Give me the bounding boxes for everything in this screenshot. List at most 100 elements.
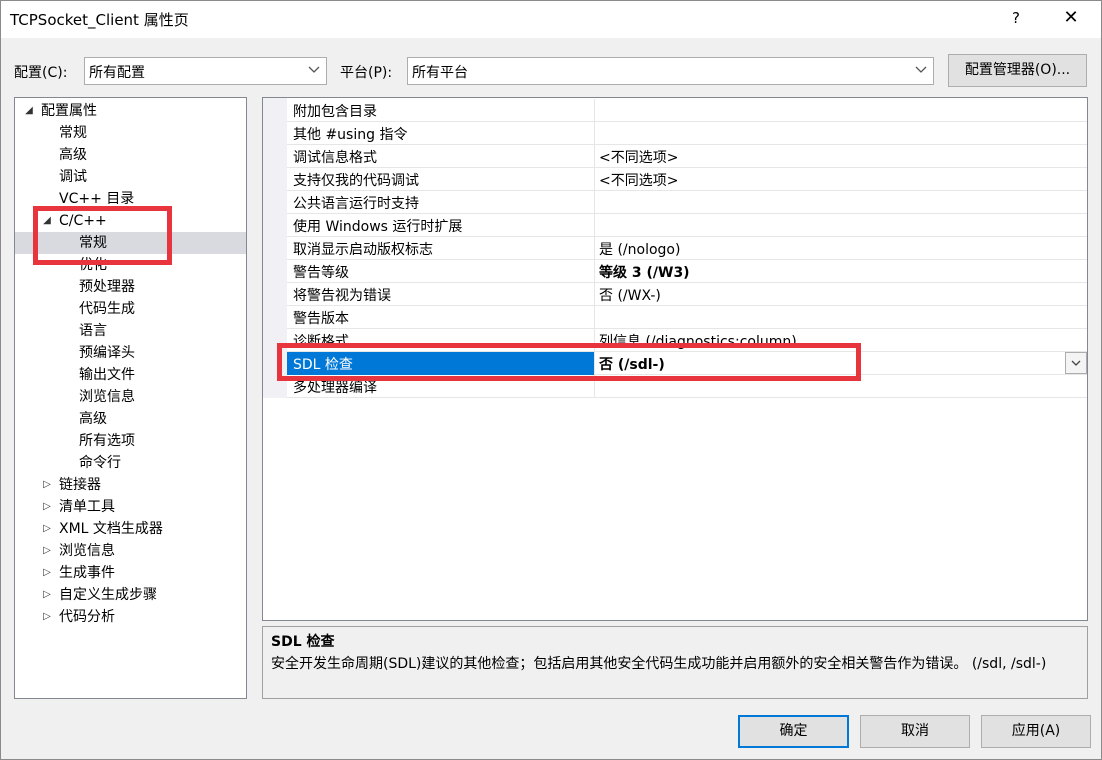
tree-item[interactable]: 命令行 xyxy=(15,452,246,474)
chevron-down-icon xyxy=(308,66,320,73)
value-dropdown-button[interactable] xyxy=(1065,352,1087,374)
property-value[interactable]: 列信息 (/diagnostics:column) xyxy=(599,331,797,351)
tree-item-label: 常规 xyxy=(59,125,87,141)
property-value[interactable]: <不同选项> xyxy=(599,170,678,190)
config-combo[interactable]: 所有配置 xyxy=(84,57,327,85)
expanded-arrow-icon[interactable]: ◢ xyxy=(41,210,53,232)
property-value[interactable]: 是 (/nologo) xyxy=(599,239,680,259)
column-divider xyxy=(594,191,595,214)
tree-item[interactable]: 高级 xyxy=(15,408,246,430)
property-name: 调试信息格式 xyxy=(293,150,377,166)
column-divider xyxy=(594,99,595,122)
property-value[interactable]: <不同选项> xyxy=(599,147,678,167)
tree-item[interactable]: 常规 xyxy=(15,122,246,144)
property-grid[interactable]: 附加包含目录其他 #using 指令 调试信息格式 <不同选项> 支持仅我的代码调试 <… xyxy=(262,97,1088,621)
tree-item[interactable]: ▷ 自定义生成步骤 xyxy=(15,584,246,606)
tree-item-label: 常规 xyxy=(79,235,107,251)
property-name: 其他 #using 指令 xyxy=(293,127,408,143)
tree-item[interactable]: ▷ 代码分析 xyxy=(15,606,246,628)
tree-item-label: 生成事件 xyxy=(59,565,115,581)
tree-item-label: 输出文件 xyxy=(79,367,135,383)
tree-item-label: 预编译头 xyxy=(79,345,135,361)
property-row[interactable]: 诊断格式 列信息 (/diagnostics:column) xyxy=(287,329,1087,352)
tree-item-label: 预处理器 xyxy=(79,279,135,295)
tree-item[interactable]: ▷ 生成事件 xyxy=(15,562,246,584)
collapsed-arrow-icon[interactable]: ▷ xyxy=(41,518,53,540)
description-text: 安全开发生命周期(SDL)建议的其他检查；包括启用其他安全代码生成功能并启用额外… xyxy=(271,656,1047,672)
tree-item[interactable]: 浏览信息 xyxy=(15,386,246,408)
tree-item[interactable]: 预处理器 xyxy=(15,276,246,298)
close-button[interactable]: ✕ xyxy=(1056,3,1086,33)
tree-item-label: C/C++ xyxy=(59,213,107,229)
property-row[interactable]: 支持仅我的代码调试 <不同选项> xyxy=(287,168,1087,191)
window-title: TCPSocket_Client 属性页 xyxy=(10,11,189,29)
property-row[interactable]: 使用 Windows 运行时扩展 xyxy=(287,214,1087,237)
property-row[interactable]: 多处理器编译 xyxy=(287,375,1087,398)
tree-item[interactable]: 高级 xyxy=(15,144,246,166)
property-name: 附加包含目录 xyxy=(293,104,377,120)
property-row[interactable]: SDL 检查 否 (/sdl-) xyxy=(287,352,1087,375)
tree-item[interactable]: 预编译头 xyxy=(15,342,246,364)
tree-item[interactable]: VC++ 目录 xyxy=(15,188,246,210)
column-divider xyxy=(594,283,595,306)
platform-combo[interactable]: 所有平台 xyxy=(407,57,934,85)
tree-item-label: VC++ 目录 xyxy=(59,191,135,207)
description-panel: SDL 检查 安全开发生命周期(SDL)建议的其他检查；包括启用其他安全代码生成… xyxy=(262,626,1088,699)
tree-item[interactable]: ▷ 清单工具 xyxy=(15,496,246,518)
tree-item-label: 所有选项 xyxy=(79,433,135,449)
tree-item-label: 代码分析 xyxy=(59,609,115,625)
collapsed-arrow-icon[interactable]: ▷ xyxy=(41,540,53,562)
ok-button[interactable]: 确定 xyxy=(738,715,849,748)
tree-item[interactable]: 优化 xyxy=(15,254,246,276)
property-row[interactable]: 警告等级 等级 3 (/W3) xyxy=(287,260,1087,283)
chevron-down-icon xyxy=(1071,360,1081,366)
property-row[interactable]: 将警告视为错误 否 (/WX-) xyxy=(287,283,1087,306)
cancel-button[interactable]: 取消 xyxy=(860,715,970,748)
tree-item[interactable]: ▷ 浏览信息 xyxy=(15,540,246,562)
tree-item[interactable]: 输出文件 xyxy=(15,364,246,386)
property-value[interactable]: 否 (/WX-) xyxy=(599,285,661,305)
column-divider xyxy=(594,214,595,237)
tree-item[interactable]: ▷ XML 文档生成器 xyxy=(15,518,246,540)
property-row[interactable]: 调试信息格式 <不同选项> xyxy=(287,145,1087,168)
collapsed-arrow-icon[interactable]: ▷ xyxy=(41,474,53,496)
help-button[interactable]: ? xyxy=(1003,3,1029,33)
property-name: 警告等级 xyxy=(293,265,349,281)
tree-item-label: 语言 xyxy=(79,323,107,339)
column-divider xyxy=(594,237,595,260)
apply-button[interactable]: 应用(A) xyxy=(981,715,1091,748)
collapsed-arrow-icon[interactable]: ▷ xyxy=(41,584,53,606)
collapsed-arrow-icon[interactable]: ▷ xyxy=(41,562,53,584)
config-manager-button[interactable]: 配置管理器(O)... xyxy=(948,54,1087,87)
tree-item[interactable]: 调试 xyxy=(15,166,246,188)
grid-gutter xyxy=(263,98,287,398)
tree-item[interactable]: ▷ 链接器 xyxy=(15,474,246,496)
collapsed-arrow-icon[interactable]: ▷ xyxy=(41,496,53,518)
property-row[interactable]: 取消显示启动版权标志 是 (/nologo) xyxy=(287,237,1087,260)
property-name: 诊断格式 xyxy=(293,334,349,350)
property-row[interactable]: 附加包含目录 xyxy=(287,99,1087,122)
tree-item[interactable]: 所有选项 xyxy=(15,430,246,452)
property-row[interactable]: 公共语言运行时支持 xyxy=(287,191,1087,214)
tree-item[interactable]: ◢ 配置属性 xyxy=(15,100,246,122)
tree-item-label: XML 文档生成器 xyxy=(59,521,163,537)
property-name: 公共语言运行时支持 xyxy=(293,196,419,212)
config-value: 所有配置 xyxy=(89,65,145,81)
tree-item[interactable]: 代码生成 xyxy=(15,298,246,320)
title-bar: TCPSocket_Client 属性页 ? ✕ xyxy=(0,0,1102,38)
tree-item[interactable]: ◢ C/C++ xyxy=(15,210,246,232)
property-row[interactable]: 警告版本 xyxy=(287,306,1087,329)
tree-item-label: 调试 xyxy=(59,169,87,185)
property-tree[interactable]: ◢ 配置属性 常规 高级 调试 VC++ 目录 ◢ C/C++ 常规 优化 预处理器 代码生成 语言 预编… xyxy=(14,97,247,699)
collapsed-arrow-icon[interactable]: ▷ xyxy=(41,606,53,628)
config-label: 配置(C): xyxy=(14,65,68,81)
tree-item[interactable]: 常规 xyxy=(15,232,246,254)
expanded-arrow-icon[interactable]: ◢ xyxy=(23,100,35,122)
property-value[interactable]: 否 (/sdl-) xyxy=(599,354,665,374)
property-name: 使用 Windows 运行时扩展 xyxy=(293,219,463,235)
tree-item-label: 自定义生成步骤 xyxy=(59,587,157,603)
property-value[interactable]: 等级 3 (/W3) xyxy=(599,262,690,282)
property-row[interactable]: 其他 #using 指令 xyxy=(287,122,1087,145)
tree-item-label: 命令行 xyxy=(79,455,121,471)
tree-item[interactable]: 语言 xyxy=(15,320,246,342)
